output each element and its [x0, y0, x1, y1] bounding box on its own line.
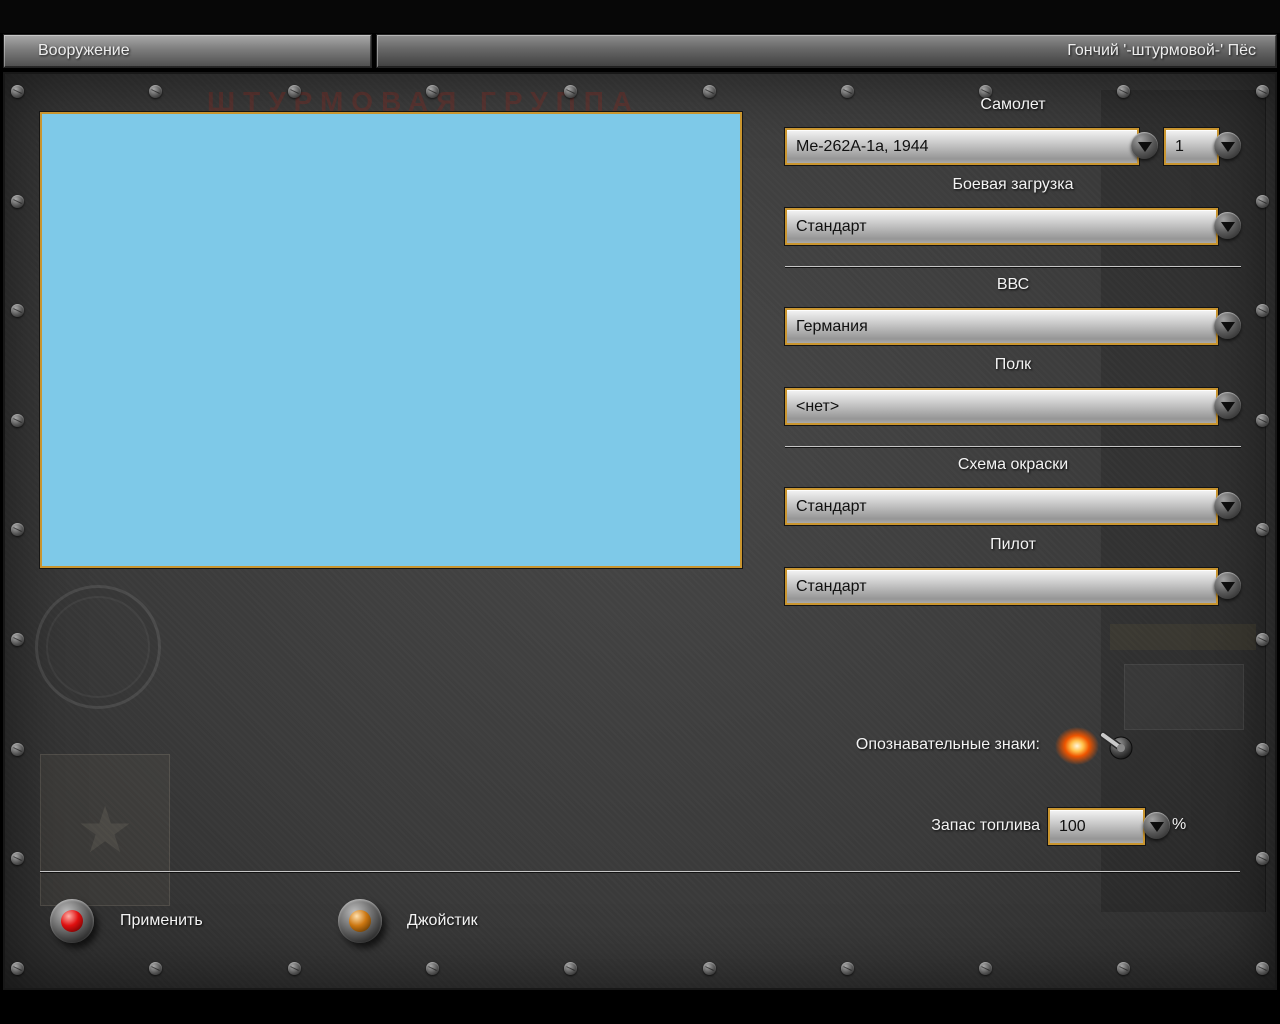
joystick-button[interactable] — [338, 899, 382, 943]
separator — [40, 871, 1240, 872]
loadout-dropdown-arrow[interactable] — [1214, 212, 1241, 239]
paint-scheme-select-value: Стандарт — [796, 497, 867, 515]
airforce-select[interactable]: Германия — [784, 307, 1219, 346]
paint-scheme-label: Схема окраски — [957, 456, 1069, 473]
screw-icon — [11, 633, 24, 646]
aircraft-dropdown-arrow[interactable] — [1131, 132, 1158, 159]
screw-icon — [702, 962, 716, 975]
screw-icon — [1256, 194, 1269, 208]
screw-icon — [1256, 413, 1269, 427]
screw-icon — [287, 85, 301, 98]
fuel-input-value: 100 — [1059, 817, 1086, 835]
aircraft-count-value: 1 — [1175, 137, 1184, 155]
loadout-select-value: Стандарт — [796, 217, 867, 235]
loadout-label: Боевая загрузка — [952, 176, 1074, 193]
paint-scheme-select[interactable]: Стандарт — [784, 487, 1219, 526]
screw-icon — [11, 742, 24, 756]
screw-icon — [840, 962, 854, 975]
fuel-unit-label: % — [1172, 816, 1187, 833]
regiment-dropdown-arrow[interactable] — [1214, 392, 1241, 419]
fuel-dropdown-arrow[interactable] — [1143, 812, 1170, 839]
screw-icon — [11, 194, 24, 208]
markings-label: Опознавательные знаки: — [855, 736, 1040, 753]
background-gauge-decoration — [35, 585, 161, 709]
markings-toggle-switch[interactable] — [1094, 728, 1140, 764]
fuel-label: Запас топлива — [931, 817, 1040, 834]
aircraft-label: Самолет — [980, 96, 1046, 113]
pilot-select[interactable]: Стандарт — [784, 567, 1219, 606]
loadout-select[interactable]: Стандарт — [784, 207, 1219, 246]
pilot-select-value: Стандарт — [796, 577, 867, 595]
pilot-label: Пилот — [990, 536, 1036, 553]
tab-armament-label: Вооружение — [38, 42, 130, 59]
markings-indicator-lamp-icon — [1055, 727, 1099, 765]
aircraft-count-input[interactable]: 1 — [1163, 127, 1220, 166]
top-strip — [0, 0, 1280, 33]
pilot-dropdown-arrow[interactable] — [1214, 572, 1241, 599]
airforce-select-value: Германия — [796, 317, 868, 335]
airforce-label: ВВС — [996, 276, 1030, 293]
screw-icon — [1256, 742, 1269, 756]
regiment-select[interactable]: <нет> — [784, 387, 1219, 426]
screw-icon — [1256, 633, 1269, 646]
screw-icon — [425, 85, 439, 98]
screw-icon — [11, 962, 24, 975]
apply-button-label: Применить — [120, 912, 203, 929]
screw-icon — [287, 962, 301, 975]
aircraft-preview — [39, 111, 743, 569]
airforce-dropdown-arrow[interactable] — [1214, 312, 1241, 339]
separator — [785, 446, 1241, 447]
paint-scheme-dropdown-arrow[interactable] — [1214, 492, 1241, 519]
mission-title: Гончий '-штурмовой-' Пёс — [1067, 42, 1256, 59]
apply-button[interactable] — [50, 899, 94, 943]
fuel-input[interactable]: 100 — [1047, 807, 1146, 846]
screw-icon — [425, 962, 439, 975]
background-sign-decoration — [1110, 624, 1256, 650]
red-lamp-icon — [61, 910, 83, 932]
background-plate-decoration — [1124, 664, 1244, 730]
separator — [785, 266, 1241, 267]
aircraft-select-value: Me-262A-1a, 1944 — [796, 137, 929, 155]
screw-icon — [1255, 962, 1269, 975]
screw-icon — [1255, 85, 1269, 98]
screw-icon — [702, 85, 716, 98]
header-bar: Гончий '-штурмовой-' Пёс — [376, 34, 1277, 68]
aircraft-select[interactable]: Me-262A-1a, 1944 — [784, 127, 1140, 166]
aircraft-count-arrow[interactable] — [1214, 132, 1241, 159]
regiment-select-value: <нет> — [796, 397, 840, 415]
joystick-button-label: Джойстик — [407, 912, 478, 929]
regiment-label: Полк — [994, 356, 1032, 373]
screw-icon — [979, 962, 993, 975]
amber-lamp-icon — [349, 910, 371, 932]
screw-icon — [11, 413, 24, 427]
tab-armament[interactable]: Вооружение — [3, 34, 372, 68]
screw-icon — [11, 85, 24, 98]
background-photo-decoration: ★ — [40, 754, 170, 906]
